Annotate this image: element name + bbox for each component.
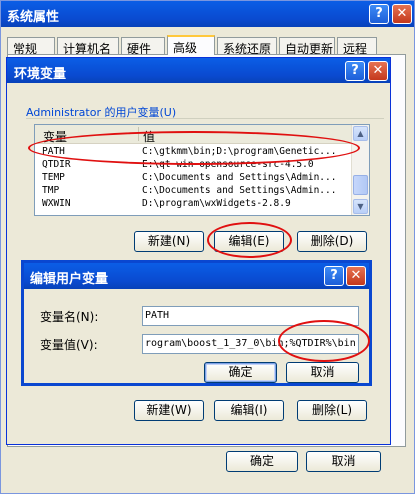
variable-value-label: 变量值(V): — [40, 338, 98, 352]
window-title: 系统属性 — [7, 10, 60, 25]
tab-computer-name[interactable]: 计算机名 — [57, 37, 119, 56]
close-icon[interactable]: ✕ — [392, 4, 412, 24]
column-header-value[interactable]: 值 — [143, 128, 155, 145]
row-name: TEMP — [42, 172, 65, 183]
edit-dialog-title: 编辑用户变量 — [30, 272, 109, 287]
tab-auto-update[interactable]: 自动更新 — [279, 37, 335, 56]
close-icon[interactable]: ✕ — [346, 266, 366, 286]
user-delete-button[interactable]: 删除(D) — [297, 231, 367, 252]
variable-value-field[interactable]: rogram\boost_1_37_0\bin;%QTDIR%\bin — [142, 334, 359, 354]
scroll-up-icon[interactable]: ▲ — [353, 126, 368, 141]
list-row[interactable]: QTDIR E:\qt-win-opensource-src-4.5.0 — [35, 159, 352, 172]
row-value: D:\program\wxWidgets-2.8.9 — [142, 198, 291, 209]
tab-advanced[interactable]: 高级 — [167, 35, 215, 55]
close-icon[interactable]: ✕ — [368, 61, 388, 81]
tab-remote[interactable]: 远程 — [337, 37, 377, 56]
system-delete-button[interactable]: 删除(L) — [297, 400, 367, 421]
list-scrollbar[interactable]: ▲ ▼ — [351, 125, 369, 215]
column-separator[interactable] — [138, 127, 139, 141]
list-header: 变量 值 — [35, 125, 352, 144]
row-value: C:\gtkmm\bin;D:\program\Genetic... — [142, 146, 337, 157]
row-name: TMP — [42, 185, 60, 196]
row-name: QTDIR — [42, 159, 71, 170]
help-icon[interactable]: ? — [324, 266, 344, 286]
tab-hardware[interactable]: 硬件 — [121, 37, 165, 56]
row-name: WXWIN — [42, 198, 71, 209]
list-row[interactable]: PATH C:\gtkmm\bin;D:\program\Genetic... — [35, 146, 352, 159]
tab-system-restore[interactable]: 系统还原 — [217, 37, 277, 56]
row-value: C:\Documents and Settings\Admin... — [142, 172, 337, 183]
edit-ok-button[interactable]: 确定 — [204, 362, 277, 383]
row-value: C:\Documents and Settings\Admin... — [142, 185, 337, 196]
row-name: PATH — [42, 146, 65, 157]
variable-name-label: 变量名(N): — [40, 310, 99, 324]
scrollbar-thumb[interactable] — [353, 175, 368, 195]
user-variables-list[interactable]: 变量 值 PATH C:\gtkmm\bin;D:\program\Geneti… — [34, 124, 370, 216]
list-row[interactable]: WXWIN D:\program\wxWidgets-2.8.9 — [35, 198, 352, 211]
scroll-down-icon[interactable]: ▼ — [353, 199, 368, 214]
user-edit-button[interactable]: 编辑(E) — [214, 231, 284, 252]
user-new-button[interactable]: 新建(N) — [134, 231, 204, 252]
row-value: E:\qt-win-opensource-src-4.5.0 — [142, 159, 314, 170]
tab-general[interactable]: 常规 — [7, 37, 55, 56]
dialog-title: 环境变量 — [14, 67, 67, 82]
system-properties-titlebar[interactable]: 系统属性 ? ✕ — [1, 1, 414, 27]
help-icon[interactable]: ? — [345, 61, 365, 81]
help-icon[interactable]: ? — [369, 4, 389, 24]
environment-variables-titlebar[interactable]: 环境变量 ? ✕ — [7, 58, 390, 83]
edit-dialog-titlebar[interactable]: 编辑用户变量 ? ✕ — [24, 263, 369, 289]
column-header-variable[interactable]: 变量 — [43, 128, 67, 145]
edit-user-variable-dialog: 编辑用户变量 ? ✕ 变量名(N): PATH 变量值(V): rogram\b… — [21, 260, 372, 386]
list-row[interactable]: TEMP C:\Documents and Settings\Admin... — [35, 172, 352, 185]
outer-cancel-button[interactable]: 取消 — [306, 451, 381, 472]
group-divider — [26, 118, 384, 119]
variable-name-field[interactable]: PATH — [142, 306, 359, 326]
list-row[interactable]: TMP C:\Documents and Settings\Admin... — [35, 185, 352, 198]
edit-cancel-button[interactable]: 取消 — [286, 362, 359, 383]
system-edit-button[interactable]: 编辑(I) — [214, 400, 284, 421]
outer-ok-button[interactable]: 确定 — [226, 451, 298, 472]
system-new-button[interactable]: 新建(W) — [134, 400, 204, 421]
